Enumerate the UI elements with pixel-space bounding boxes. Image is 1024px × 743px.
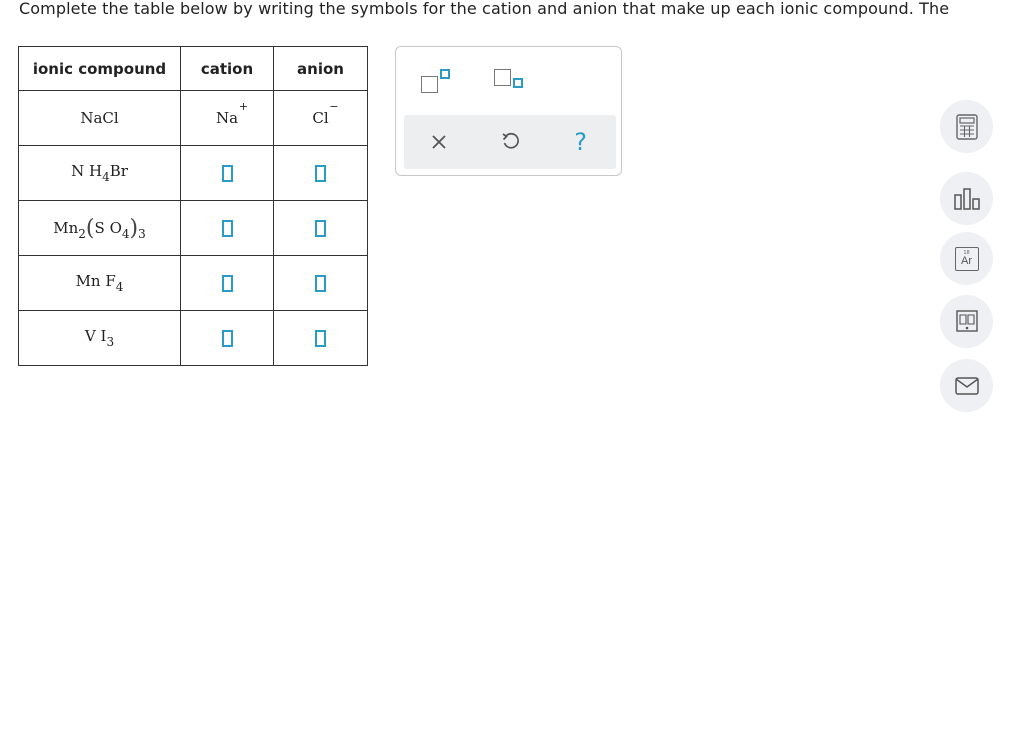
cation-input-box[interactable] (221, 220, 233, 238)
table-header-row: ionic compound cation anion (18, 46, 368, 91)
header-ionic-compound: ionic compound (18, 46, 181, 91)
cation-input-box[interactable] (221, 330, 233, 348)
base-box-icon (421, 76, 438, 93)
periodic-table-icon: 18 Ar (954, 246, 979, 271)
help-button[interactable]: ? (566, 127, 596, 157)
undo-button[interactable] (495, 127, 525, 157)
calculator-button[interactable] (940, 100, 993, 153)
cation-cell (180, 310, 274, 366)
help-icon: ? (574, 128, 588, 156)
chart-icon (953, 187, 980, 210)
cation-input-box[interactable] (221, 165, 233, 183)
superscript-template-button[interactable] (421, 69, 453, 95)
anion-input-box[interactable] (315, 165, 326, 183)
calculator-icon (955, 113, 978, 140)
compound-cell: Mn2(S O4)3 (18, 200, 181, 256)
close-icon (432, 135, 446, 149)
compound-cell: V I3 (18, 310, 181, 366)
cation-cell (180, 255, 274, 311)
compound-cell: Mn F4 (18, 255, 181, 311)
subscript-template-button[interactable] (494, 69, 526, 95)
compound-formula: N H4Br (71, 162, 128, 184)
anion-cell (273, 200, 368, 256)
anion-cell (273, 310, 368, 366)
compound-cell: NaCl (18, 90, 181, 146)
table-row: V I3 (18, 310, 368, 366)
clear-button[interactable] (424, 127, 454, 157)
header-cation: cation (180, 46, 274, 91)
cation-cell (180, 200, 274, 256)
message-icon (954, 376, 979, 395)
header-anion: anion (273, 46, 368, 91)
compound-formula: V I3 (84, 327, 115, 349)
base-box-icon (494, 69, 511, 86)
anion-cell (273, 145, 368, 201)
cation-answer[interactable]: Na + (216, 100, 248, 127)
message-button[interactable] (940, 359, 993, 412)
table-row: NaCl Na + Cl − (18, 90, 368, 146)
cation-cell: Na + (180, 90, 274, 146)
table-row: Mn2(S O4)3 (18, 200, 368, 256)
compound-cell: N H4Br (18, 145, 181, 201)
anion-input-box[interactable] (315, 220, 326, 238)
periodic-table-button[interactable]: 18 Ar (940, 232, 993, 285)
textbook-icon (955, 309, 978, 332)
ionic-compound-table: ionic compound cation anion NaCl Na + Cl −… (18, 46, 368, 366)
table-row: N H4Br (18, 145, 368, 201)
compound-formula: Mn F4 (75, 272, 124, 294)
table-row: Mn F4 (18, 255, 368, 311)
compound-formula: Mn2(S O4)3 (53, 215, 146, 241)
anion-cell: Cl − (273, 90, 368, 146)
anion-cell (273, 255, 368, 311)
compound-formula: NaCl (80, 109, 119, 127)
superscript-box-icon (440, 69, 450, 79)
anion-input-box[interactable] (315, 330, 326, 348)
answer-palette: ? (395, 46, 622, 176)
anion-input-box[interactable] (315, 275, 326, 293)
anion-answer[interactable]: Cl − (312, 100, 338, 127)
data-analysis-button[interactable] (940, 172, 993, 225)
cation-input-box[interactable] (221, 275, 233, 293)
palette-actions: ? (404, 115, 616, 169)
instruction-text: Complete the table below by writing the … (19, 0, 950, 18)
undo-icon (502, 132, 519, 149)
textbook-button[interactable] (940, 295, 993, 348)
cation-cell (180, 145, 274, 201)
subscript-box-icon (513, 78, 523, 88)
